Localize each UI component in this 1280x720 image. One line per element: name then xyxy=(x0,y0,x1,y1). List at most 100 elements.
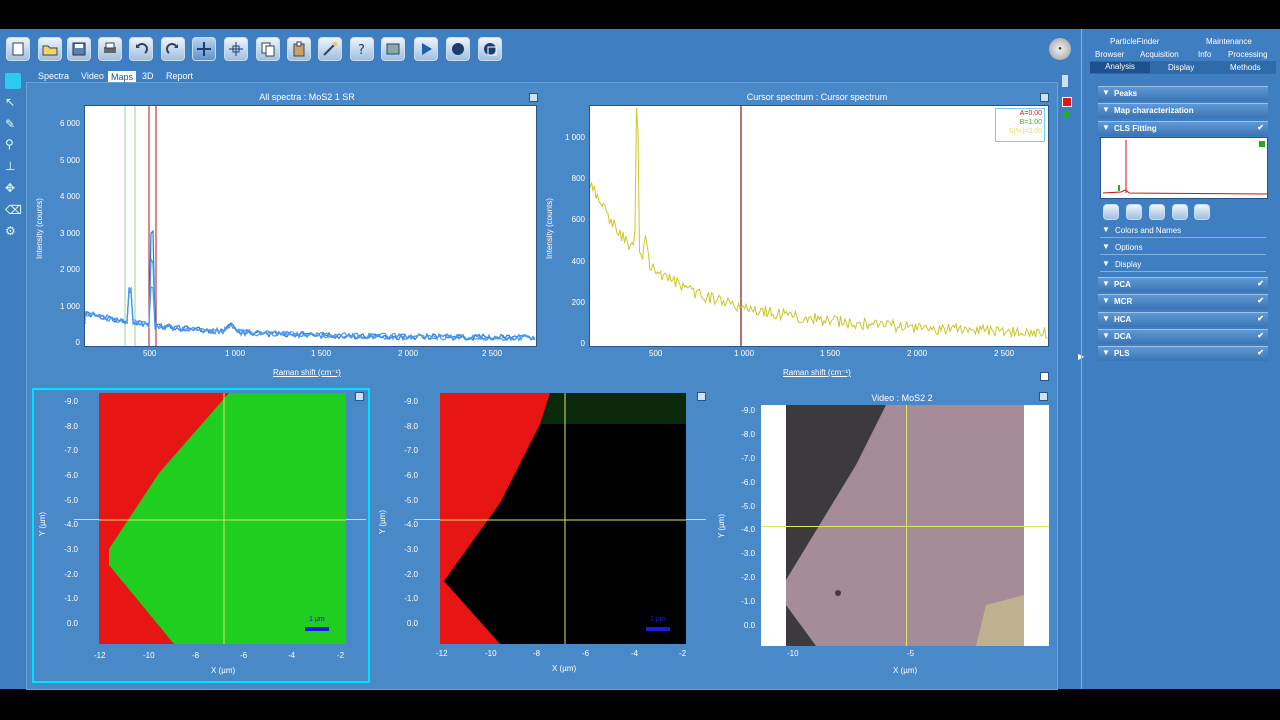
paste-icon[interactable] xyxy=(287,37,311,61)
crosshair-cursor-icon[interactable] xyxy=(192,37,216,61)
section-label: CLS Fitting xyxy=(1114,124,1157,133)
new-icon[interactable] xyxy=(6,37,30,61)
section-dca[interactable]: ▼ DCA ✔ xyxy=(1098,329,1268,344)
maximize-button[interactable] xyxy=(697,392,706,401)
tab-video[interactable]: Video xyxy=(81,71,104,81)
tick-label: -1.0 xyxy=(404,594,418,604)
tick-label: 0.0 xyxy=(66,619,78,628)
tab-browser[interactable]: Browser xyxy=(1095,50,1124,59)
save-icon[interactable] xyxy=(67,37,91,61)
maximize-button[interactable] xyxy=(1040,93,1049,102)
legend-b: B=1.00 xyxy=(1019,119,1042,126)
workspace: All spectra : MoS2 1 SR Intensity (count… xyxy=(26,82,1058,690)
stop-all-icon[interactable]: ● xyxy=(1049,38,1071,60)
help-icon[interactable]: ? xyxy=(350,37,374,61)
tick-label: -3.0 xyxy=(404,545,418,554)
cursor-spectrum-title: Cursor spectrum : Cursor spectrum xyxy=(746,92,888,102)
redo-icon[interactable] xyxy=(161,37,185,61)
check-icon: ✔ xyxy=(1257,296,1264,305)
cursor-spectrum-ylabel: Intensity (counts) xyxy=(545,198,554,259)
tick-label: -1.0 xyxy=(64,594,78,604)
tab-particlefinder[interactable]: ParticleFinder xyxy=(1110,37,1159,46)
checkbox-icon[interactable] xyxy=(1040,372,1049,381)
tick-label: -2.0 xyxy=(64,569,78,579)
tab-processing[interactable]: Processing xyxy=(1228,50,1268,59)
tick-label: -7.0 xyxy=(404,446,418,456)
cursor-spectrum-plot[interactable]: A=0.00 B=1.00 S(%)=0.00 xyxy=(589,105,1049,347)
maximize-button[interactable] xyxy=(1039,392,1048,401)
play-icon[interactable] xyxy=(414,37,438,61)
tick-label: -5 xyxy=(907,649,915,658)
add-cursor-icon[interactable] xyxy=(224,37,248,61)
tab-3d[interactable]: 3D xyxy=(142,71,154,81)
pointer-tool-icon[interactable] xyxy=(5,73,21,89)
copy-icon[interactable] xyxy=(256,37,280,61)
tick-label: -8.0 xyxy=(741,429,755,439)
undo-icon[interactable] xyxy=(129,37,153,61)
tick-label: 5 000 xyxy=(59,155,80,165)
map1-panel[interactable]: Y (µm) 1 µm -9.0 -8.0 -7.0 -6.0 -5.0 -4.0 -3.0… xyxy=(32,388,370,683)
tick-label: -8.0 xyxy=(64,421,78,431)
wizard-icon[interactable] xyxy=(318,37,342,61)
tab-methods[interactable]: Methods xyxy=(1230,63,1261,72)
all-spectra-plot[interactable] xyxy=(84,105,537,347)
tab-maintenance[interactable]: Maintenance xyxy=(1206,37,1252,46)
select-area-icon[interactable]: ↖ xyxy=(5,95,21,111)
cls-preview-plot[interactable] xyxy=(1100,137,1268,199)
maximize-button[interactable] xyxy=(355,392,364,401)
strip-pin-icon[interactable] xyxy=(1062,75,1068,87)
line-tool-icon[interactable]: ⊥ xyxy=(5,159,21,175)
settings-tool-icon[interactable]: ⚙ xyxy=(5,224,21,240)
map1-image[interactable]: 1 µm xyxy=(99,393,346,644)
strip-red-square-icon[interactable] xyxy=(1062,97,1072,107)
record-icon[interactable] xyxy=(446,37,470,61)
maximize-button[interactable] xyxy=(529,93,538,102)
sub-options[interactable]: ▼ Options xyxy=(1100,242,1266,255)
splitter[interactable] xyxy=(1081,29,1082,689)
video-panel[interactable]: Video : MoS2 2 Y (µm) -9.0 -8.0 -7.0 -6.0 -5… xyxy=(717,388,1052,679)
section-hca[interactable]: ▼ HCA ✔ xyxy=(1098,312,1268,327)
section-cls-fitting[interactable]: ▼ CLS Fitting ✔ xyxy=(1098,121,1268,136)
zoom-icon[interactable]: ⚲ xyxy=(5,137,21,153)
cls-tools xyxy=(1100,203,1220,221)
print-icon[interactable] xyxy=(98,37,122,61)
cls-new-icon[interactable] xyxy=(1103,204,1119,220)
tab-report[interactable]: Report xyxy=(166,71,193,81)
cls-table-icon[interactable] xyxy=(1194,204,1210,220)
section-pca[interactable]: ▼ PCA ✔ xyxy=(1098,277,1268,292)
eraser-tool-icon[interactable]: ⌫ xyxy=(5,203,22,219)
tick-label: 500 xyxy=(649,349,663,358)
cls-copy-icon[interactable] xyxy=(1149,204,1165,220)
map2-panel[interactable]: Y (µm) 1 µm -9.0 -8.0 -7.0 -6.0 -5.0 -4.0 -3.0… xyxy=(374,388,708,679)
section-pls[interactable]: ▼ PLS ✔ xyxy=(1098,346,1268,361)
sub-colors-and-names[interactable]: ▼ Colors and Names xyxy=(1100,225,1266,238)
section-map-characterization[interactable]: ▼ Map characterization xyxy=(1098,103,1268,118)
section-peaks[interactable]: ▼ Peaks xyxy=(1098,86,1268,101)
section-mcr[interactable]: ▼ MCR ✔ xyxy=(1098,294,1268,309)
tick-label: 3 000 xyxy=(59,228,80,238)
tick-label: -12 xyxy=(436,649,448,658)
cls-fit-icon[interactable] xyxy=(1172,204,1188,220)
pan-tool-icon[interactable]: ✥ xyxy=(5,181,21,197)
tab-acquisition[interactable]: Acquisition xyxy=(1140,50,1179,59)
draw-tool-icon[interactable]: ✎ xyxy=(5,117,21,133)
map2-image[interactable]: 1 µm xyxy=(440,393,686,644)
tab-analysis[interactable]: Analysis xyxy=(1090,62,1150,73)
sub-display[interactable]: ▼ Display xyxy=(1100,259,1266,272)
strip-green-square-icon[interactable] xyxy=(1063,112,1069,118)
tick-label: -8 xyxy=(533,649,541,658)
tab-display[interactable]: Display xyxy=(1168,63,1194,72)
tick-label: -5.0 xyxy=(64,495,78,505)
tick-label: -12 xyxy=(94,651,106,660)
tick-label: 4 000 xyxy=(59,192,80,201)
tab-info[interactable]: Info xyxy=(1198,50,1211,59)
acquisition-grid-icon[interactable] xyxy=(478,37,502,61)
open-folder-icon[interactable] xyxy=(38,37,62,61)
instrument-icon[interactable] xyxy=(381,37,405,61)
video-image[interactable] xyxy=(761,405,1049,646)
tick-label: 800 xyxy=(571,174,585,184)
tab-spectra[interactable]: Spectra xyxy=(38,71,69,81)
section-label: HCA xyxy=(1114,315,1132,324)
tick-label: 2 000 xyxy=(59,265,80,274)
cls-edit-icon[interactable] xyxy=(1126,204,1142,220)
